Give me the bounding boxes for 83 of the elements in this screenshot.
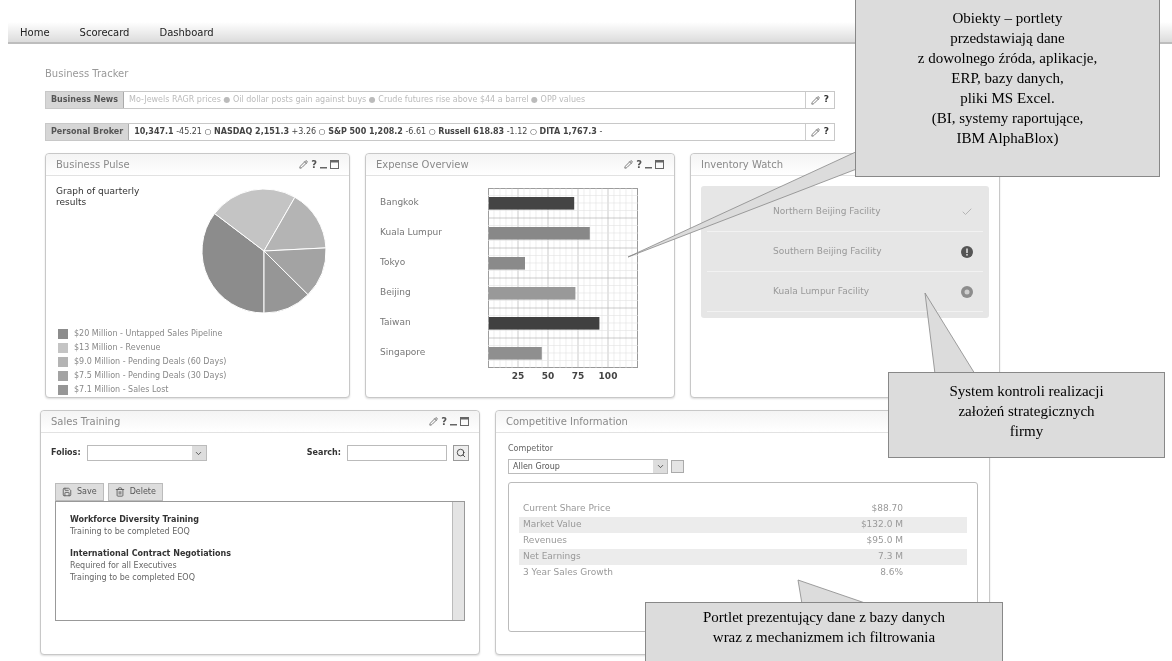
portlet-title: Expense Overview [376,158,469,172]
competitor-select[interactable]: Allen Group [508,459,668,474]
metric-value: $132.0 M [860,518,903,532]
nav-tab[interactable]: Home [20,24,50,40]
field-label: Folios: [51,447,81,459]
tick-label: 50 [541,370,555,383]
search-button[interactable] [453,445,469,461]
training-note: Required for all Executives [70,560,178,572]
facility-name: Northern Beijing Facility [773,204,881,218]
legend-label: $7.1 Million - Sales Lost [74,384,169,396]
edit-icon[interactable] [429,417,439,426]
metric-label: Revenues [523,534,567,548]
bar [489,257,525,270]
maximize-icon[interactable] [460,417,469,426]
chart-subtitle: Graph of quarterly results [56,186,141,209]
axis-label: Tokyo [380,256,406,270]
callout-box: Obiekty – portlety przedstawiają dane z dowolnego źróda, aplikacje, ERP, bazy danych, pliki MS Excel. (BI, systemy raportujące, IBM AlphaBlox) [855,0,1160,177]
metric-value: 7.3 M [878,550,903,564]
legend-label: $7.5 Million - Pending Deals (30 Days) [74,370,227,382]
field-label: Search: [306,447,341,459]
maximize-icon[interactable] [330,160,339,169]
help-button[interactable]: ? [441,416,447,427]
metric-value: 8.6% [880,566,903,580]
metric-label: 3 Year Sales Growth [523,566,613,580]
ticker-label: Business News [46,92,124,108]
alert-icon [961,245,973,258]
tick-label: 75 [571,370,585,383]
legend-label: $20 Million - Untapped Sales Pipeline [74,328,223,340]
facility-name: Kuala Lumpur Facility [773,284,870,298]
metric-value: $95.0 M [866,534,903,548]
legend-swatch [58,343,68,353]
training-title: International Contract Negotiations [70,548,233,560]
facility-name: Southern Beijing Facility [773,244,882,258]
ticker-label: Personal Broker [46,124,130,140]
metric-label: Net Earnings [523,550,581,564]
edit-icon[interactable] [299,160,309,169]
axis-label: Kuala Lumpur [380,226,442,240]
metric-label: Market Value [523,518,582,532]
axis-label: Taiwan [380,316,411,330]
axis-label: Beijing [380,286,411,300]
legend-swatch [58,385,68,395]
edit-icon[interactable] [624,160,634,169]
nav-tab[interactable]: Scorecard [79,24,130,40]
go-button[interactable] [671,460,684,473]
portlet-title: Sales Training [51,415,121,429]
trash-icon [114,487,125,497]
search-field[interactable] [347,445,447,461]
training-note: Trainging to be completed EOQ [70,572,196,584]
field-label: Competitor [508,443,554,455]
maximize-icon[interactable] [655,160,664,169]
edit-icon[interactable] [810,127,820,137]
legend-label: $9.0 Million - Pending Deals (60 Days) [74,356,227,368]
help-button[interactable]: ? [311,159,317,170]
toolbar-button[interactable]: Save [55,483,104,501]
legend-swatch [58,329,68,339]
status-icon [961,285,973,298]
tick-label: 25 [511,370,525,383]
search-icon [456,448,466,458]
legend-swatch [58,371,68,381]
portlet-title: Inventory Watch [701,158,784,172]
tick-label: 100 [598,370,618,383]
legend-swatch [58,357,68,367]
save-icon [62,487,72,497]
metric-label: Current Share Price [523,502,611,516]
nav-tab[interactable]: Dashboard [159,24,214,40]
training-title: Workforce Diversity Training [70,514,200,526]
metric-value: $88.70 [871,502,903,516]
portlet-title: Competitive Information [506,415,628,429]
portlet-title: Business Pulse [56,158,130,172]
section-title: Business Tracker [45,67,129,81]
edit-icon[interactable] [810,95,820,105]
legend-label: $13 Million - Revenue [74,342,161,354]
scrollbar[interactable] [452,502,464,620]
axis-label: Bangkok [380,196,419,210]
ticker-text: 10,347.1 -45.21 ○ NASDAQ 2,151.3 +3.26 ○ S&P 500 1,208.2 -6.61 ○ Russell 618.83 -1.12 ○ DITA 1,767.3 - [133,126,604,138]
help-button[interactable]: ? [636,159,642,170]
axis-label: Singapore [380,346,426,360]
help-button[interactable]: ? [823,125,829,139]
help-button[interactable]: ? [823,93,829,107]
training-note: Training to be completed EOQ [70,526,191,538]
folio-select[interactable] [86,445,207,461]
dropdown-icon [655,462,665,471]
toolbar-button[interactable]: Delete [107,483,163,501]
